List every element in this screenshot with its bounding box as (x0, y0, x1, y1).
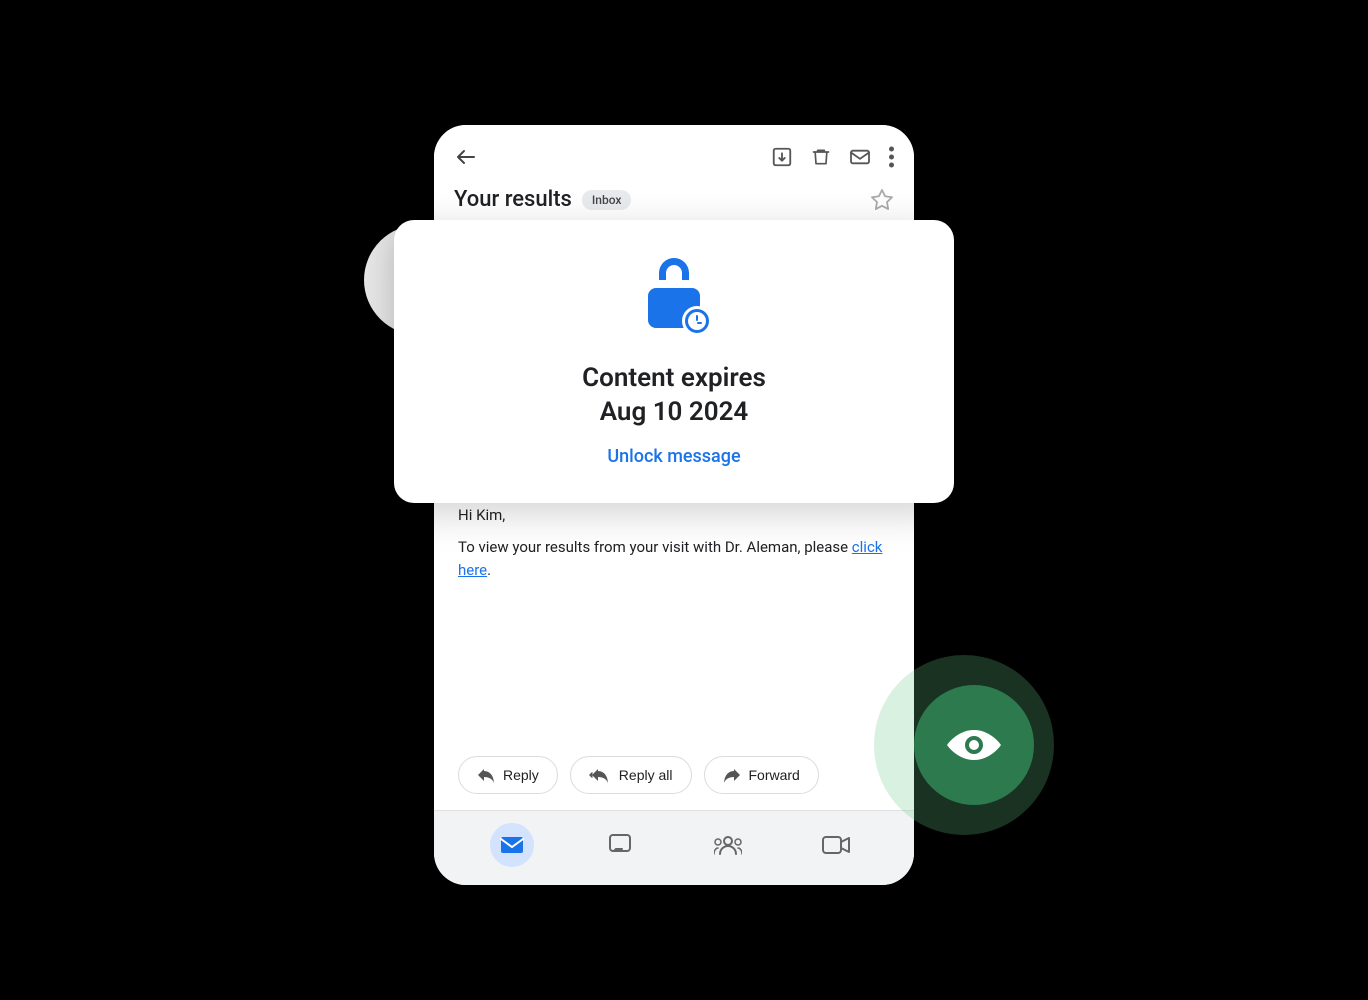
star-button[interactable] (870, 188, 894, 212)
nav-spaces[interactable] (706, 823, 750, 867)
more-options-icon[interactable] (889, 146, 894, 168)
nav-meet[interactable] (814, 823, 858, 867)
reply-all-icon (589, 767, 611, 783)
scene: Your results Inbox Hi Kim, To view your … (334, 75, 1034, 925)
email-header: Your results Inbox (434, 125, 914, 226)
unlock-message-link[interactable]: Unlock message (607, 446, 740, 467)
nav-mail[interactable] (490, 823, 534, 867)
toolbar-left (454, 145, 478, 169)
back-button[interactable] (454, 145, 478, 169)
email-subject: Your results (454, 187, 572, 212)
reply-icon (477, 767, 495, 783)
video-nav-icon (822, 835, 850, 855)
reply-all-button[interactable]: Reply all (570, 756, 692, 794)
email-body-text: To view your results from your visit wit… (458, 536, 890, 581)
reply-buttons-row: Reply Reply all Forward (434, 740, 914, 810)
nav-chat[interactable] (598, 823, 642, 867)
download-icon[interactable] (771, 146, 793, 168)
mark-read-icon[interactable] (849, 148, 871, 166)
eye-icon (944, 725, 1004, 765)
toolbar-right (771, 146, 894, 168)
expiry-title: Content expires Aug 10 2024 (582, 362, 766, 430)
delete-icon[interactable] (811, 146, 831, 168)
chat-nav-icon (608, 833, 632, 857)
bottom-nav (434, 810, 914, 885)
inbox-badge: Inbox (582, 190, 632, 210)
subject-left: Your results Inbox (454, 187, 631, 212)
email-body: Hi Kim, To view your results from your v… (434, 486, 914, 740)
subject-row: Your results Inbox (454, 183, 894, 216)
email-greeting: Hi Kim, (458, 506, 890, 524)
mail-nav-icon (500, 835, 524, 855)
eye-circle-decoration (914, 685, 1034, 805)
reply-button[interactable]: Reply (458, 756, 558, 794)
forward-icon (723, 767, 741, 783)
groups-nav-icon (714, 834, 742, 856)
expiry-icon (638, 256, 710, 328)
forward-button[interactable]: Forward (704, 756, 819, 794)
email-toolbar (454, 145, 894, 169)
expiry-overlay-card: Content expires Aug 10 2024 Unlock messa… (394, 220, 954, 503)
